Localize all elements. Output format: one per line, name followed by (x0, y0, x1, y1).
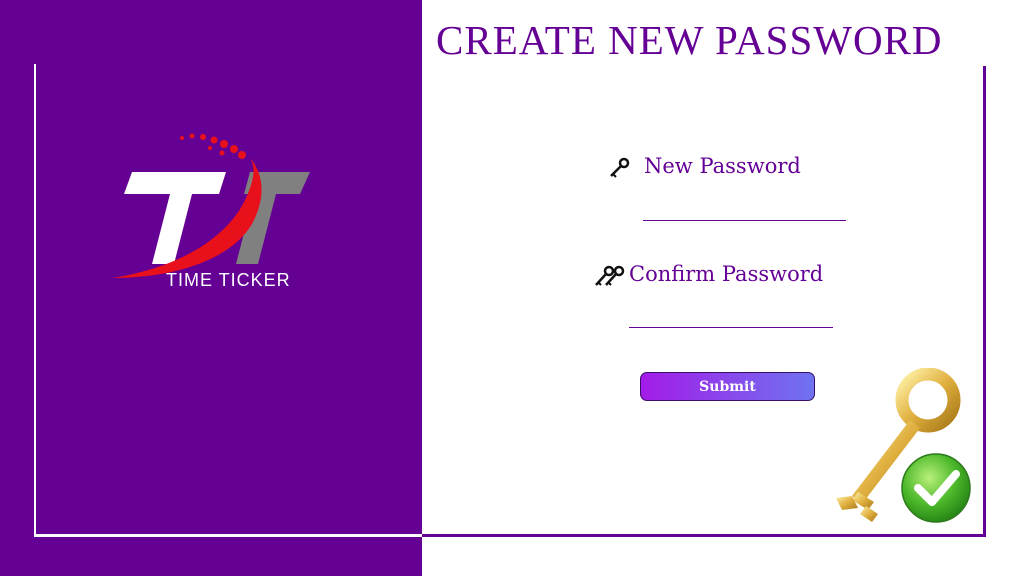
submit-button[interactable]: Submit (640, 372, 815, 401)
key-icon (610, 157, 630, 178)
frame-line-bottom-right (422, 534, 986, 537)
frame-line-right (983, 66, 986, 537)
confirm-password-label: Confirm Password (629, 262, 824, 286)
new-password-label: New Password (644, 154, 801, 178)
logo-text: TIME TICKER (166, 270, 291, 290)
new-password-input[interactable] (643, 198, 846, 221)
keys-icon (595, 265, 625, 286)
frame-line-bottom-left (34, 534, 422, 537)
golden-key-check-icon (836, 368, 971, 523)
confirm-password-input[interactable] (629, 305, 833, 328)
frame-line-left (34, 64, 36, 536)
page-title: CREATE NEW PASSWORD (436, 17, 943, 63)
